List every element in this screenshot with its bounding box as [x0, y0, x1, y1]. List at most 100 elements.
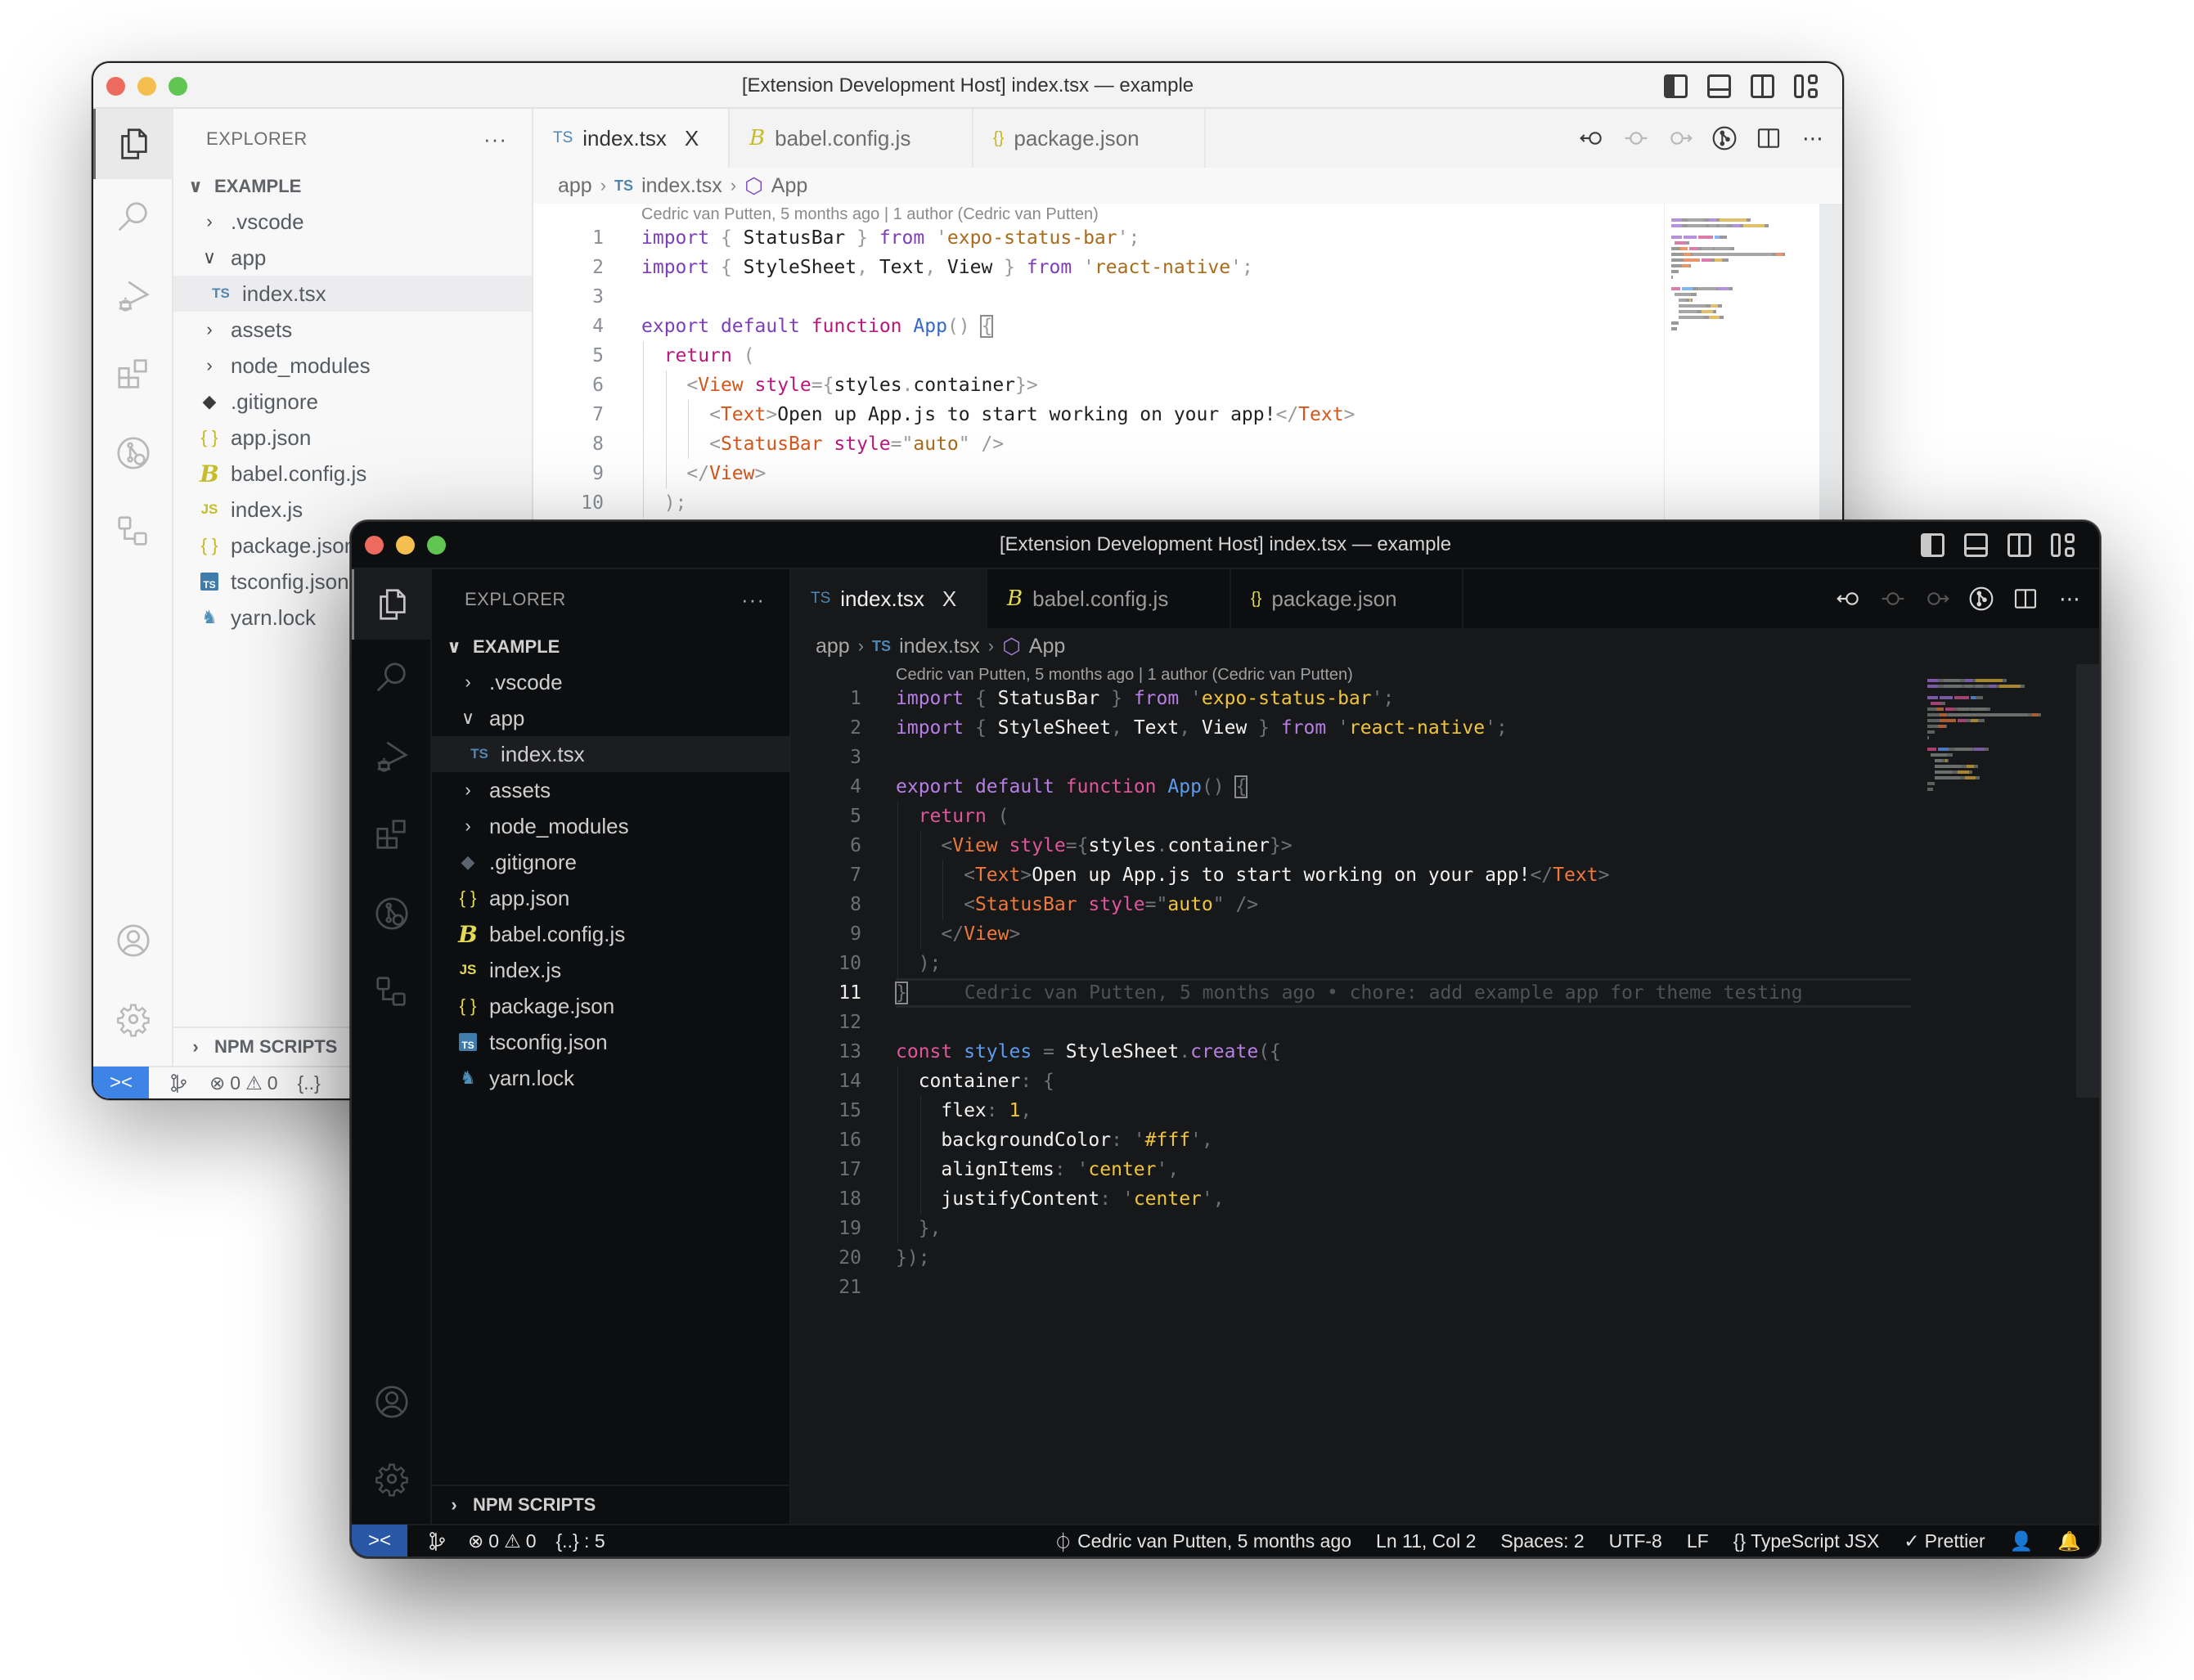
search-icon[interactable]: [352, 643, 432, 713]
minimap[interactable]: [1921, 664, 2076, 1524]
code-token: style: [754, 375, 812, 396]
run-debug-icon[interactable]: [352, 721, 432, 792]
explorer-icon[interactable]: [93, 109, 173, 179]
toggle-secondary-sidebar-icon[interactable]: [2007, 533, 2031, 557]
tab-package-json[interactable]: {} package.json: [973, 109, 1206, 168]
breadcrumb-symbol[interactable]: App: [1029, 635, 1065, 658]
codelens-blame[interactable]: Cedric van Putten, 5 months ago | 1 auth…: [641, 205, 1099, 224]
tree-item[interactable]: { } package.json: [432, 988, 789, 1024]
problems-indicator[interactable]: ⊗ 0 ⚠ 0: [468, 1530, 537, 1552]
feedback-button[interactable]: 👤: [2010, 1530, 2034, 1552]
bracket-indicator[interactable]: {..} : 5: [556, 1530, 605, 1552]
tree-item[interactable]: › assets: [173, 312, 532, 348]
toggle-panel-icon[interactable]: [1964, 533, 1988, 557]
split-editor-icon[interactable]: [1756, 125, 1782, 151]
close-tab-icon[interactable]: X: [685, 126, 699, 151]
timeline-commit-icon[interactable]: [1623, 125, 1649, 151]
workspace-section-header[interactable]: ∨ EXAMPLE: [173, 169, 532, 204]
extensions-icon[interactable]: [352, 800, 432, 870]
accounts-icon[interactable]: [352, 1367, 432, 1437]
tab-index-tsx[interactable]: TS index.tsx X: [791, 569, 987, 628]
source-control-graph-button[interactable]: [169, 1072, 190, 1094]
git-graph-view-icon[interactable]: [1968, 586, 1994, 612]
explorer-more-actions-button[interactable]: ···: [741, 587, 765, 613]
breadcrumb-file[interactable]: index.tsx: [641, 174, 722, 198]
tree-item[interactable]: ∨ app: [432, 700, 789, 736]
breadcrumb-symbol[interactable]: App: [771, 174, 807, 198]
tree-item[interactable]: ◆ .gitignore: [432, 844, 789, 880]
toggle-panel-icon[interactable]: [1707, 74, 1731, 98]
notifications-button[interactable]: 🔔: [2057, 1530, 2081, 1552]
tree-item[interactable]: { } app.json: [173, 420, 532, 456]
tab-package-json[interactable]: {} package.json: [1231, 569, 1463, 628]
prettier-formatter[interactable]: ✓ Prettier: [1904, 1530, 1985, 1552]
tree-item[interactable]: › assets: [432, 772, 789, 808]
timeline-commit-icon[interactable]: [1880, 586, 1906, 612]
breadcrumb-file[interactable]: index.tsx: [899, 635, 980, 658]
workspace-section-header[interactable]: ∨ EXAMPLE: [432, 630, 789, 664]
remote-indicator[interactable]: ><: [352, 1525, 407, 1556]
remote-explorer-icon[interactable]: [352, 957, 432, 1027]
open-previous-change-icon[interactable]: [1579, 125, 1605, 151]
tree-item[interactable]: { } app.json: [432, 880, 789, 916]
tree-item[interactable]: TS tsconfig.json: [432, 1024, 789, 1060]
toggle-primary-sidebar-icon[interactable]: [1664, 74, 1688, 98]
bracket-indicator[interactable]: {..}: [298, 1072, 321, 1094]
toggle-primary-sidebar-icon[interactable]: [1921, 533, 1944, 557]
close-tab-icon[interactable]: X: [942, 586, 956, 612]
scrollbar-thumb[interactable]: [2076, 664, 2099, 1098]
tree-item[interactable]: Bbabel.config.js: [173, 456, 532, 492]
search-icon[interactable]: [93, 182, 173, 253]
remote-indicator[interactable]: ><: [93, 1067, 149, 1098]
explorer-icon[interactable]: [352, 569, 432, 640]
tab-babel-config[interactable]: B babel.config.js: [987, 569, 1231, 628]
vertical-scrollbar[interactable]: [2076, 664, 2099, 1524]
tree-item[interactable]: › node_modules: [432, 808, 789, 844]
open-previous-change-icon[interactable]: [1836, 586, 1862, 612]
source-control-graph-button[interactable]: [427, 1530, 448, 1552]
run-debug-icon[interactable]: [93, 261, 173, 331]
indentation[interactable]: Spaces: 2: [1500, 1530, 1584, 1552]
git-graph-view-icon[interactable]: [1711, 125, 1738, 151]
customize-layout-icon[interactable]: [1794, 74, 1818, 98]
remote-explorer-icon[interactable]: [93, 496, 173, 567]
tree-item[interactable]: TS index.tsx: [173, 276, 532, 312]
language-mode[interactable]: {} TypeScript JSX: [1733, 1530, 1880, 1552]
tree-item[interactable]: TS index.tsx: [432, 736, 789, 772]
more-actions-icon[interactable]: ⋯: [1800, 125, 1826, 151]
settings-gear-icon[interactable]: [93, 984, 173, 1054]
tree-item[interactable]: › node_modules: [173, 348, 532, 384]
open-next-change-icon[interactable]: [1924, 586, 1950, 612]
tree-item[interactable]: › .vscode: [432, 664, 789, 700]
npm-scripts-section[interactable]: › NPM SCRIPTS: [432, 1485, 789, 1524]
explorer-more-actions-button[interactable]: ···: [483, 127, 507, 152]
accounts-icon[interactable]: [93, 905, 173, 976]
breadcrumb-folder[interactable]: app: [558, 174, 592, 198]
open-next-change-icon[interactable]: [1667, 125, 1693, 151]
toggle-secondary-sidebar-icon[interactable]: [1751, 74, 1774, 98]
tree-item[interactable]: ◆ .gitignore: [173, 384, 532, 420]
codelens-blame[interactable]: Cedric van Putten, 5 months ago | 1 auth…: [896, 666, 1353, 685]
customize-layout-icon[interactable]: [2051, 533, 2075, 557]
end-of-line[interactable]: LF: [1687, 1530, 1709, 1552]
git-graph-icon[interactable]: [352, 878, 432, 949]
breadcrumb-folder[interactable]: app: [816, 635, 850, 658]
tab-babel-config[interactable]: B babel.config.js: [730, 109, 973, 168]
settings-gear-icon[interactable]: [352, 1444, 432, 1514]
extensions-icon[interactable]: [93, 339, 173, 410]
git-graph-icon[interactable]: [93, 418, 173, 488]
tree-item[interactable]: ♞ yarn.lock: [432, 1060, 789, 1096]
split-editor-icon[interactable]: [2012, 586, 2039, 612]
tree-item[interactable]: Bbabel.config.js: [432, 916, 789, 952]
tree-item[interactable]: JS index.js: [432, 952, 789, 988]
tree-item[interactable]: ∨ app: [173, 240, 532, 276]
cursor-position[interactable]: Ln 11, Col 2: [1376, 1530, 1476, 1552]
code-editor[interactable]: Cedric van Putten, 5 months ago | 1 auth…: [791, 664, 2099, 1524]
git-blame-item[interactable]: ⏀ Cedric van Putten, 5 months ago: [1054, 1527, 1351, 1555]
more-actions-icon[interactable]: ⋯: [2057, 586, 2083, 612]
tree-item[interactable]: › .vscode: [173, 204, 532, 240]
tree-item-label: .gitignore: [231, 389, 318, 414]
encoding[interactable]: UTF-8: [1609, 1530, 1662, 1552]
tab-index-tsx[interactable]: TS index.tsx X: [533, 109, 730, 168]
problems-indicator[interactable]: ⊗ 0 ⚠ 0: [209, 1072, 278, 1094]
